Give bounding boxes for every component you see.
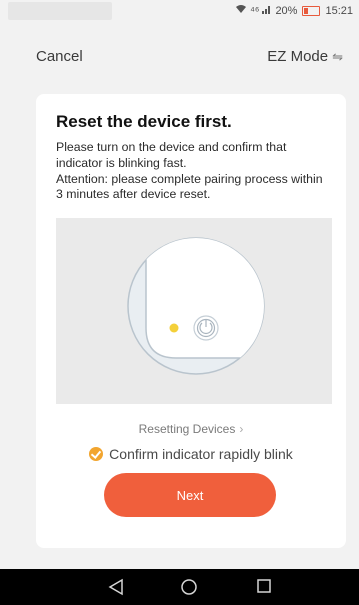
confirm-checkbox[interactable]: Confirm indicator rapidly blink bbox=[36, 446, 346, 462]
status-indicators: ⁴⁶ 20% 15:21 bbox=[235, 4, 353, 17]
status-notification-area bbox=[8, 2, 112, 20]
clock: 15:21 bbox=[325, 4, 353, 17]
cancel-button[interactable]: Cancel bbox=[36, 48, 83, 65]
swap-arrows-icon: ⇋ bbox=[332, 48, 343, 64]
check-circle-icon bbox=[89, 447, 104, 461]
card-title: Reset the device first. bbox=[56, 112, 232, 131]
confirm-label: Confirm indicator rapidly blink bbox=[109, 446, 293, 462]
home-icon[interactable] bbox=[180, 578, 198, 601]
ez-mode-switch[interactable]: EZ Mode ⇋ bbox=[267, 48, 343, 65]
instruction-text: Please turn on the device and confirm th… bbox=[56, 140, 287, 170]
ez-mode-label: EZ Mode bbox=[267, 48, 329, 65]
signal-bars-icon bbox=[262, 4, 272, 17]
next-button[interactable]: Next bbox=[104, 473, 276, 517]
resetting-devices-label: Resetting Devices bbox=[138, 422, 236, 436]
chevron-right-icon: › bbox=[239, 422, 244, 436]
attention-text: Attention: please complete pairing proce… bbox=[56, 171, 323, 202]
system-navigation-bar bbox=[0, 569, 359, 605]
reset-card: Reset the device first. Please turn on t… bbox=[36, 94, 346, 548]
back-icon[interactable] bbox=[108, 578, 124, 601]
battery-percent: 20% bbox=[275, 4, 298, 17]
status-bar: ⁴⁶ 20% 15:21 bbox=[0, 0, 359, 22]
card-description: Please turn on the device and confirm th… bbox=[56, 140, 332, 203]
wifi-icon bbox=[235, 4, 247, 17]
battery-icon bbox=[302, 5, 321, 16]
resetting-devices-link[interactable]: Resetting Devices › bbox=[36, 422, 346, 436]
indicator-light bbox=[169, 323, 179, 333]
top-bar: Cancel EZ Mode ⇋ bbox=[0, 40, 359, 74]
device-body bbox=[145, 238, 264, 359]
recent-apps-icon[interactable] bbox=[256, 578, 272, 599]
device-illustration bbox=[56, 218, 332, 404]
signal-label: ⁴⁶ bbox=[250, 4, 260, 17]
